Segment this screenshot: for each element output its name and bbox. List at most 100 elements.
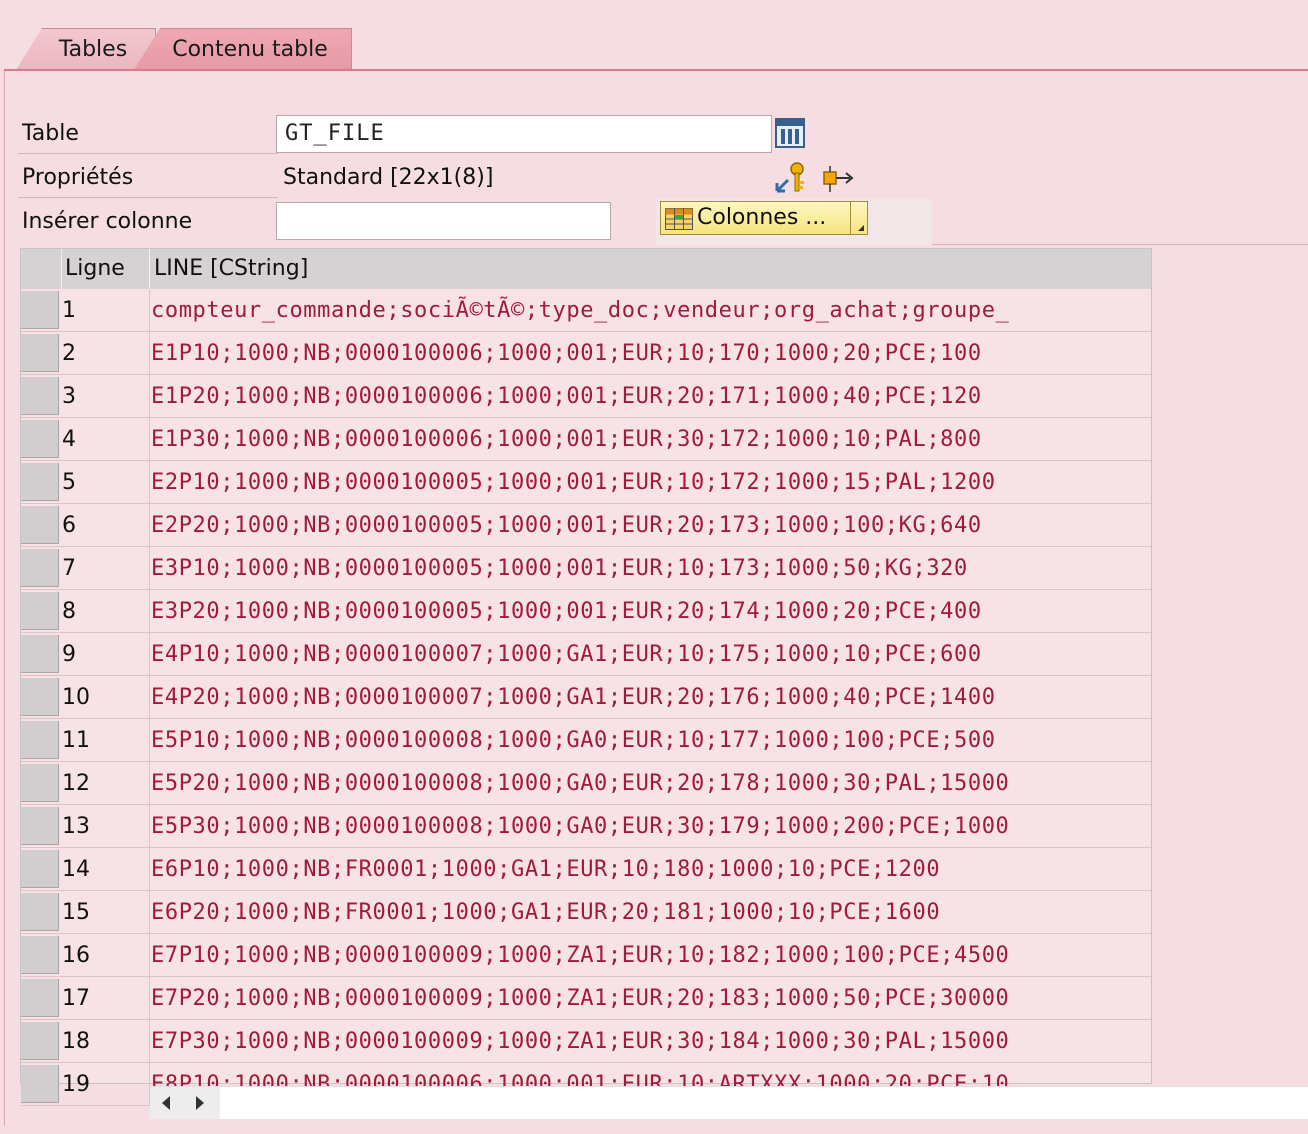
- transfer-arrow-icon[interactable]: [822, 163, 856, 195]
- row-number: 14: [62, 857, 90, 882]
- line-cell[interactable]: E2P20;1000;NB;0000100005;1000;001;EUR;20…: [151, 504, 1149, 546]
- line-cell[interactable]: E5P20;1000;NB;0000100008;1000;GA0;EUR;20…: [151, 762, 1149, 804]
- line-cell[interactable]: compteur_commande;sociÃ©tÃ©;type_doc;ven…: [151, 289, 1149, 331]
- line-cell[interactable]: E1P10;1000;NB;0000100006;1000;001;EUR;10…: [151, 332, 1149, 374]
- row-selector[interactable]: [21, 721, 59, 759]
- table-row: 3 E1P20;1000;NB;0000100006;1000;001;EUR;2…: [21, 375, 1151, 418]
- row-selector[interactable]: [21, 979, 59, 1017]
- line-cell[interactable]: E7P30;1000;NB;0000100009;1000;ZA1;EUR;30…: [151, 1020, 1149, 1062]
- table-row: 14 E6P10;1000;NB;FR0001;1000;GA1;EUR;10;1…: [21, 848, 1151, 891]
- scroll-left-icon[interactable]: [162, 1096, 170, 1110]
- column-divider: [149, 977, 150, 1019]
- scroll-right-icon[interactable]: [196, 1096, 204, 1110]
- line-cell[interactable]: E4P20;1000;NB;0000100007;1000;GA1;EUR;20…: [151, 676, 1149, 718]
- form-divider: [932, 244, 1308, 245]
- row-number: 15: [62, 900, 90, 925]
- tab-tables[interactable]: Tables: [16, 28, 156, 70]
- row-selector[interactable]: [21, 635, 59, 673]
- row-number: 11: [62, 728, 90, 753]
- column-divider: [149, 461, 150, 503]
- row-selector[interactable]: [21, 549, 59, 587]
- table-row: 13 E5P30;1000;NB;0000100008;1000;GA0;EUR;…: [21, 805, 1151, 848]
- dropdown-triangle-icon: [858, 225, 864, 231]
- row-selector[interactable]: [21, 936, 59, 974]
- row-selector[interactable]: [21, 1022, 59, 1060]
- table-label: Table: [22, 121, 79, 146]
- table-content-grid: Ligne LINE [CString] 1 compteur_commande;…: [20, 248, 1152, 1106]
- line-cell[interactable]: E3P20;1000;NB;0000100005;1000;001;EUR;20…: [151, 590, 1149, 632]
- horizontal-scrollbar[interactable]: [150, 1086, 1308, 1119]
- row-selector[interactable]: [21, 893, 59, 931]
- column-divider: [149, 289, 150, 331]
- row-number: 2: [62, 341, 76, 366]
- row-number: 13: [62, 814, 90, 839]
- line-cell[interactable]: E2P10;1000;NB;0000100005;1000;001;EUR;10…: [151, 461, 1149, 503]
- row-number: 12: [62, 771, 90, 796]
- grid-icon: [665, 208, 693, 240]
- row-selector[interactable]: [21, 1065, 59, 1103]
- table-row: 2 E1P10;1000;NB;0000100006;1000;001;EUR;1…: [21, 332, 1151, 375]
- row-selector[interactable]: [21, 420, 59, 458]
- table-name-input[interactable]: GT_FILE: [276, 115, 772, 153]
- row-number: 5: [62, 470, 76, 495]
- row-number: 3: [62, 384, 76, 409]
- line-cell[interactable]: E7P10;1000;NB;0000100009;1000;ZA1;EUR;10…: [151, 934, 1149, 976]
- columns-dropdown-toggle[interactable]: [850, 202, 867, 234]
- row-number: 16: [62, 943, 90, 968]
- grid-rows: 1 compteur_commande;sociÃ©tÃ©;type_doc;ve…: [21, 289, 1151, 1106]
- table-layout-icon[interactable]: [775, 118, 805, 148]
- scroll-buttons: [150, 1087, 220, 1119]
- row-selector[interactable]: [21, 377, 59, 415]
- columns-button[interactable]: Colonnes ...: [660, 201, 868, 235]
- table-row: 1 compteur_commande;sociÃ©tÃ©;type_doc;ve…: [21, 289, 1151, 332]
- row-selector[interactable]: [21, 678, 59, 716]
- column-divider: [149, 891, 150, 933]
- table-row: 11 E5P10;1000;NB;0000100008;1000;GA0;EUR;…: [21, 719, 1151, 762]
- line-cell[interactable]: E5P30;1000;NB;0000100008;1000;GA0;EUR;30…: [151, 805, 1149, 847]
- row-selector[interactable]: [21, 592, 59, 630]
- insert-column-input[interactable]: [276, 202, 611, 240]
- line-cell[interactable]: E1P20;1000;NB;0000100006;1000;001;EUR;20…: [151, 375, 1149, 417]
- table-row: 18 E7P30;1000;NB;0000100009;1000;ZA1;EUR;…: [21, 1020, 1151, 1063]
- line-cell[interactable]: E4P10;1000;NB;0000100007;1000;GA1;EUR;10…: [151, 633, 1149, 675]
- column-divider: [149, 633, 150, 675]
- table-row: 9 E4P10;1000;NB;0000100007;1000;GA1;EUR;1…: [21, 633, 1151, 676]
- grid-header: Ligne LINE [CString]: [21, 249, 1151, 289]
- row-number: 4: [62, 427, 76, 452]
- line-cell[interactable]: E5P10;1000;NB;0000100008;1000;GA0;EUR;10…: [151, 719, 1149, 761]
- table-row: 12 E5P20;1000;NB;0000100008;1000;GA0;EUR;…: [21, 762, 1151, 805]
- properties-label: Propriétés: [22, 165, 134, 190]
- column-divider: [149, 719, 150, 761]
- column-divider: [149, 848, 150, 890]
- row-selector[interactable]: [21, 764, 59, 802]
- line-cell[interactable]: E6P10;1000;NB;FR0001;1000;GA1;EUR;10;180…: [151, 848, 1149, 890]
- column-header-ligne[interactable]: Ligne: [65, 249, 125, 289]
- line-cell[interactable]: E1P30;1000;NB;0000100006;1000;001;EUR;30…: [151, 418, 1149, 460]
- row-selector[interactable]: [21, 807, 59, 845]
- select-all-button[interactable]: [21, 249, 62, 289]
- row-number: 8: [62, 599, 76, 624]
- key-change-icon[interactable]: [774, 161, 808, 195]
- column-header-line[interactable]: LINE [CString]: [154, 249, 308, 289]
- line-cell[interactable]: E6P20;1000;NB;FR0001;1000;GA1;EUR;20;181…: [151, 891, 1149, 933]
- line-cell[interactable]: E3P10;1000;NB;0000100005;1000;001;EUR;10…: [151, 547, 1149, 589]
- row-selector[interactable]: [21, 334, 59, 372]
- properties-value: Standard [22x1(8)]: [283, 165, 494, 190]
- table-row: 10 E4P20;1000;NB;0000100007;1000;GA1;EUR;…: [21, 676, 1151, 719]
- row-number: 7: [62, 556, 76, 581]
- table-row: 15 E6P20;1000;NB;FR0001;1000;GA1;EUR;20;1…: [21, 891, 1151, 934]
- tab-contenu-table[interactable]: Contenu table: [134, 28, 352, 70]
- column-divider: [149, 1020, 150, 1062]
- row-selector[interactable]: [21, 291, 59, 329]
- column-divider: [149, 934, 150, 976]
- columns-button-label: Colonnes ...: [697, 205, 827, 230]
- row-selector[interactable]: [21, 850, 59, 888]
- column-divider: [149, 332, 150, 374]
- row-selector[interactable]: [21, 506, 59, 544]
- row-selector[interactable]: [21, 463, 59, 501]
- row-number: 9: [62, 642, 76, 667]
- form-divider: [18, 153, 278, 154]
- form-divider: [18, 197, 278, 198]
- table-row: 8 E3P20;1000;NB;0000100005;1000;001;EUR;2…: [21, 590, 1151, 633]
- line-cell[interactable]: E7P20;1000;NB;0000100009;1000;ZA1;EUR;20…: [151, 977, 1149, 1019]
